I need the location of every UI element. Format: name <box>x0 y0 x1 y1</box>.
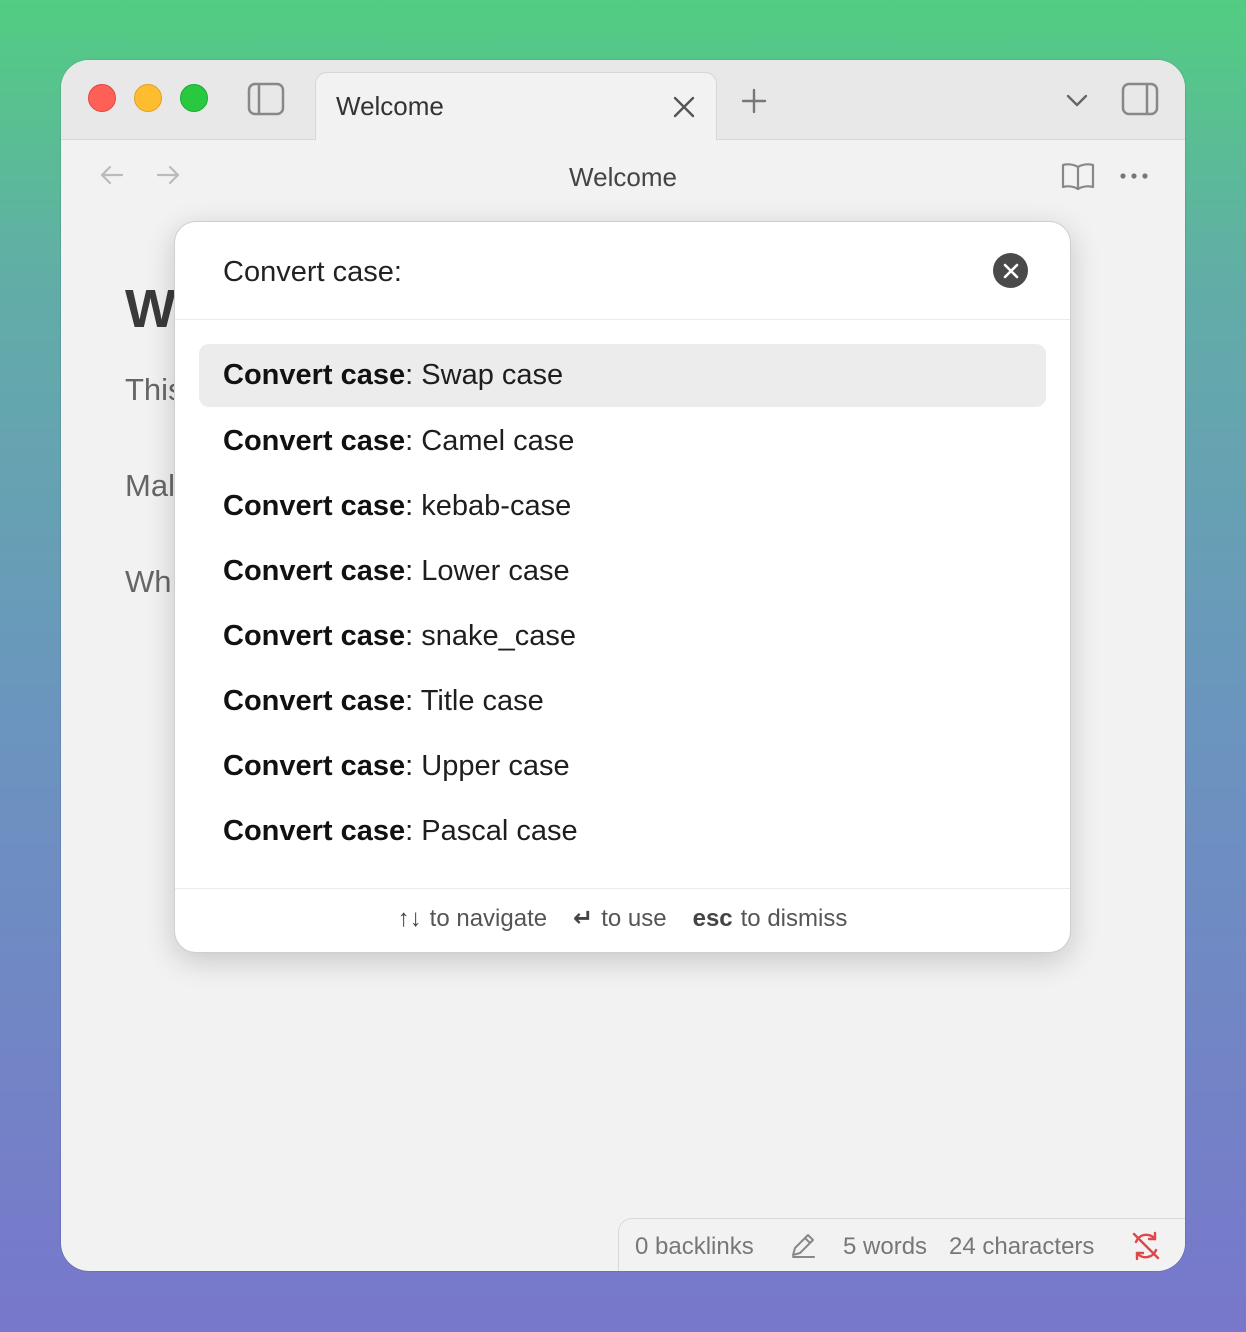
sync-error-icon[interactable] <box>1129 1229 1163 1263</box>
tab-welcome[interactable]: Welcome <box>315 72 717 140</box>
suggestion-item[interactable]: Convert case: Camel case <box>199 409 1046 474</box>
use-hint-text: to use <box>601 904 667 932</box>
suggestion-item[interactable]: Convert case: snake_case <box>199 604 1046 669</box>
left-sidebar-toggle-icon[interactable] <box>247 82 285 116</box>
suggestion-item[interactable]: Convert case: Lower case <box>199 539 1046 604</box>
suggestion-label: snake_case <box>421 620 577 652</box>
dismiss-hint: esc to dismiss <box>693 905 848 933</box>
edit-pencil-icon[interactable] <box>787 1229 819 1261</box>
suggestion-item[interactable]: Convert case: Title case <box>199 669 1046 734</box>
suggestion-label: Pascal case <box>421 815 578 847</box>
reading-view-book-icon[interactable] <box>1061 160 1095 192</box>
note-title: Welcome <box>569 162 677 192</box>
suggestion-label: kebab-case <box>421 490 572 522</box>
navigate-hint-text: to navigate <box>429 904 548 932</box>
zoom-window-button[interactable] <box>180 84 208 112</box>
tab-title: Welcome <box>336 91 444 121</box>
close-tab-icon[interactable] <box>670 93 698 121</box>
clear-close-icon[interactable] <box>993 253 1028 288</box>
note-line: Wh <box>125 564 172 599</box>
character-count: 24 characters <box>949 1233 1095 1260</box>
suggestion-item[interactable]: Convert case: kebab-case <box>199 474 1046 539</box>
suggestion-prefix: Convert case <box>223 359 406 391</box>
more-options-icon[interactable] <box>1117 162 1151 190</box>
suggestion-item[interactable]: Convert case: Swap case <box>199 344 1046 407</box>
word-count: 5 words <box>843 1233 928 1260</box>
suggestion-label: Camel case <box>421 425 575 457</box>
suggestion-prefix: Convert case <box>223 750 406 782</box>
command-palette-modal: Convert case: Convert case: Swap case Co… <box>174 221 1071 953</box>
suggestion-label: Upper case <box>421 750 570 782</box>
suggestion-prefix: Convert case <box>223 490 406 522</box>
note-line: Mal <box>125 468 175 503</box>
new-tab-icon[interactable] <box>739 86 769 116</box>
arrow-keys-icon: ↑↓ <box>397 904 422 932</box>
tab-list-chevron-down-icon[interactable] <box>1063 86 1091 114</box>
use-hint: ↵ to use <box>573 904 667 933</box>
enter-key-icon: ↵ <box>573 905 594 932</box>
suggestion-label: Swap case <box>421 359 564 391</box>
suggestion-prefix: Convert case <box>223 685 406 717</box>
esc-key-label: esc <box>692 904 733 932</box>
suggestion-prefix: Convert case <box>223 620 406 652</box>
app-window: Welcome Welcome W This Mal Wh Convert ca… <box>61 60 1185 1271</box>
suggestion-prefix: Convert case <box>223 425 406 457</box>
navigation-row: Welcome <box>61 140 1185 212</box>
suggestion-item[interactable]: Convert case: Upper case <box>199 734 1046 799</box>
suggestion-label: Title case <box>420 685 544 717</box>
note-heading: W <box>125 279 176 339</box>
navigate-hint: ↑↓ to navigate <box>398 905 547 933</box>
prompt-input[interactable]: Convert case: <box>223 256 402 289</box>
instructions-footer: ↑↓ to navigate ↵ to use esc to dismiss <box>175 888 1070 952</box>
suggestion-prefix: Convert case <box>223 815 406 847</box>
suggestion-item[interactable]: Convert case: Pascal case <box>199 799 1046 864</box>
modal-header: Convert case: <box>175 222 1070 320</box>
status-bar: 0 backlinks 5 words 24 characters <box>618 1218 1185 1271</box>
suggestion-prefix: Convert case <box>223 555 406 587</box>
close-window-button[interactable] <box>88 84 116 112</box>
dismiss-hint-text: to dismiss <box>740 904 848 932</box>
backlinks-count[interactable]: 0 backlinks <box>635 1233 754 1261</box>
right-sidebar-toggle-icon[interactable] <box>1121 82 1159 116</box>
suggestion-list: Convert case: Swap case Convert case: Ca… <box>199 344 1046 864</box>
minimize-window-button[interactable] <box>134 84 162 112</box>
suggestion-label: Lower case <box>421 555 570 587</box>
tab-bar: Welcome <box>61 60 1185 140</box>
